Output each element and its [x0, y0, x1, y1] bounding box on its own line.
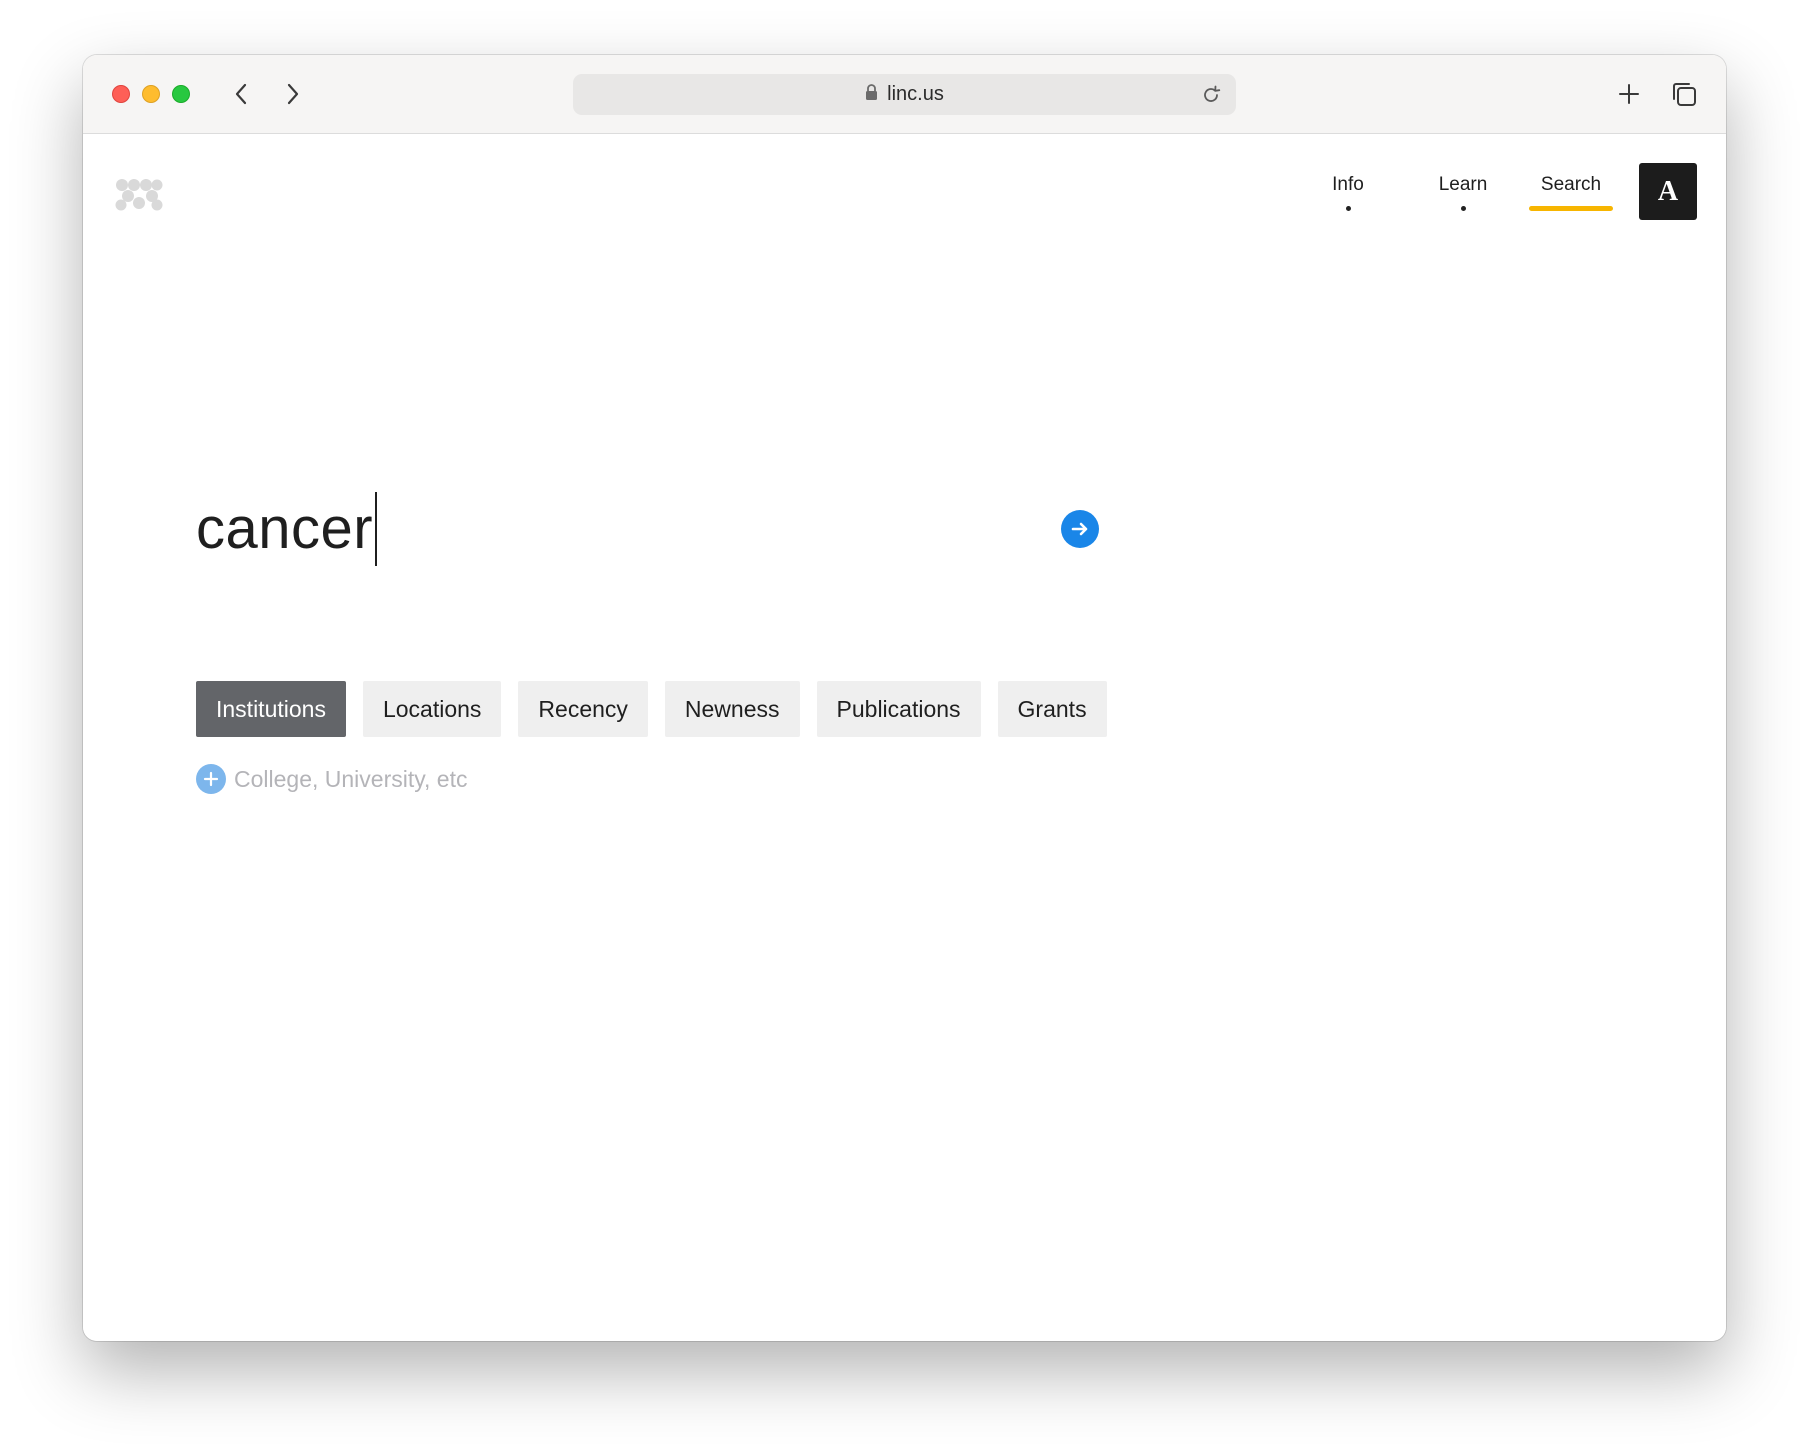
nav-item-info[interactable]: Info	[1323, 172, 1373, 211]
search-input[interactable]: cancer	[196, 489, 378, 569]
nav-dot-indicator	[1460, 206, 1466, 211]
maximize-window-button[interactable]	[172, 85, 190, 103]
address-bar[interactable]: linc.us	[573, 74, 1236, 115]
filter-tab-recency[interactable]: Recency	[518, 681, 648, 737]
filter-tab-locations[interactable]: Locations	[362, 681, 502, 737]
account-button[interactable]: A	[1639, 163, 1697, 220]
reload-icon[interactable]	[1200, 84, 1222, 106]
plus-icon	[1619, 84, 1639, 104]
text-caret	[375, 492, 378, 566]
nav-item-label: Learn	[1438, 174, 1488, 195]
filter-tab-grants[interactable]: Grants	[997, 681, 1107, 737]
search-bar: cancer	[196, 489, 1099, 569]
close-window-button[interactable]	[112, 85, 130, 103]
search-submit-button[interactable]	[1061, 510, 1099, 548]
nav-item-label: Info	[1332, 174, 1364, 195]
nav-item-search[interactable]: Search	[1529, 172, 1613, 211]
filter-tab-institutions[interactable]: Institutions	[196, 681, 346, 737]
lock-icon	[865, 83, 878, 107]
search-query-text: cancer	[196, 496, 374, 561]
active-nav-underline	[1529, 206, 1613, 211]
filter-tab-newness[interactable]: Newness	[664, 681, 800, 737]
plus-circle-icon[interactable]	[196, 764, 226, 794]
tab-overview-button[interactable]	[1667, 77, 1701, 111]
url-text: linc.us	[887, 83, 944, 105]
nav-item-learn[interactable]: Learn	[1428, 172, 1498, 211]
add-institution-row[interactable]: College, University, etc	[196, 763, 468, 795]
chevron-left-icon	[235, 83, 247, 105]
institution-input-placeholder[interactable]: College, University, etc	[234, 766, 468, 793]
arrow-right-icon	[1071, 522, 1088, 536]
new-tab-button[interactable]	[1612, 77, 1646, 111]
nav-item-label: Search	[1540, 174, 1602, 195]
filter-tab-publications[interactable]: Publications	[816, 681, 981, 737]
chevron-right-icon	[287, 83, 299, 105]
minimize-window-button[interactable]	[142, 85, 160, 103]
browser-window: linc.us Info Learn Search A cancer Insti…	[83, 55, 1726, 1341]
forward-button[interactable]	[278, 79, 308, 109]
tabs-icon	[1673, 83, 1696, 106]
address-bar-content: linc.us	[573, 74, 1236, 115]
browser-toolbar: linc.us	[83, 55, 1726, 134]
back-button[interactable]	[226, 79, 256, 109]
linc-logo[interactable]	[115, 176, 163, 212]
nav-dot-indicator	[1345, 206, 1351, 211]
filter-tabs: Institutions Locations Recency Newness P…	[196, 681, 1107, 737]
page-content: Info Learn Search A cancer Institutions …	[83, 134, 1726, 1341]
